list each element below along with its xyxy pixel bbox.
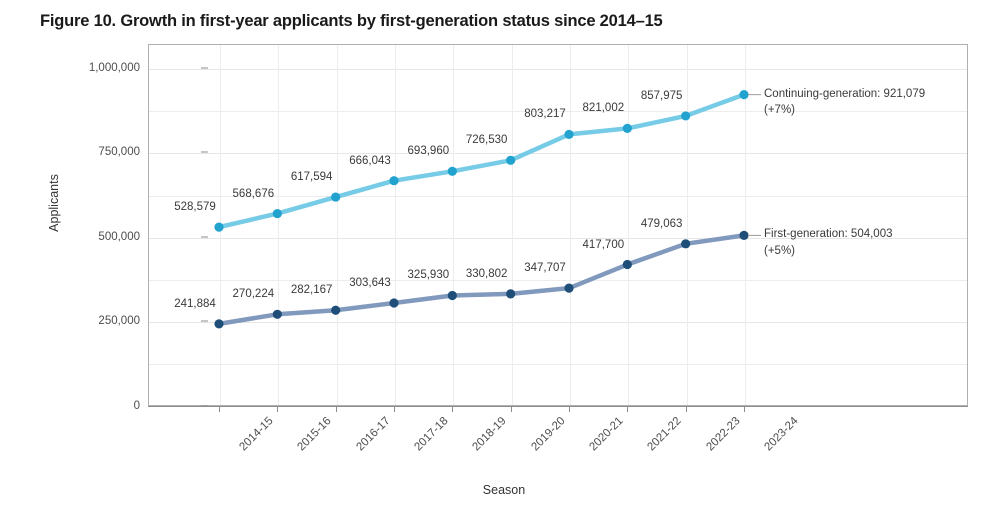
x-axis-tick-label: 2021-22 [645,415,685,454]
gridline-vertical [336,45,338,405]
gridline-horizontal [149,153,967,155]
data-point-label: 666,043 [349,154,391,167]
x-axis-tick-mark [219,406,220,412]
x-axis-tick-mark [744,406,745,412]
data-point-label: 241,884 [174,297,216,310]
gridline-vertical [278,45,280,405]
x-axis-tick-label: 2016-17 [354,415,393,454]
y-axis-tick-label: 750,000 [98,146,140,159]
x-axis-tick-label: 2017-18 [412,415,451,454]
y-axis-tick-mark [201,67,208,69]
y-axis-tick-mark [201,320,208,322]
x-axis-line [148,406,968,407]
data-point-label: 417,700 [582,238,625,251]
x-axis-tick-label: 2018-19 [470,415,510,454]
x-axis-tick-mark [627,406,629,412]
gridline-vertical [628,45,630,405]
x-axis-tick-mark [510,406,512,412]
y-axis-tick-labels: 0 250,000 500,000 750,000 1,000,000 [60,44,208,412]
series-end-label-change: (+7%) [764,104,795,117]
gridline-vertical [511,45,513,405]
x-axis-tick-mark [277,406,279,412]
data-point-label: 303,643 [349,277,391,290]
data-point-label: 803,217 [524,108,566,121]
data-point-label: 693,960 [407,145,450,158]
gridline-vertical [745,45,746,405]
series-end-label: First-generation: 504,003 (+5%) [764,226,893,259]
data-point-label: 857,975 [640,89,683,102]
data-point-label: 726,530 [465,134,508,147]
x-axis-tick-mark [394,406,395,412]
gridline-vertical [686,45,688,405]
series-end-label-change: (+5%) [764,245,795,258]
chart-figure: 0 250,000 500,000 750,000 1,000,000 Applican… [0,0,1008,513]
y-axis-tick-mark [201,151,208,153]
data-point-label: 330,802 [465,267,508,280]
x-axis-tick-mark [452,406,454,412]
gridline-horizontal [149,322,967,324]
y-axis-tick-mark [201,236,208,238]
y-axis-tick-label: 0 [133,399,140,412]
x-axis-tick-mark [335,406,337,412]
x-axis-tick-label: 2023-24 [762,415,801,454]
y-axis-tick-label: 250,000 [98,315,140,328]
gridline-vertical [395,45,396,405]
series-end-label: Continuing-generation: 921,079 (+7%) [764,86,925,119]
data-point-label: 568,676 [232,187,275,200]
x-axis-title: Season [482,483,526,497]
data-point-label: 282,167 [290,284,333,297]
data-point-label: 617,594 [290,171,333,184]
x-axis-tick-label: 2022-23 [704,415,743,454]
data-point-label: 270,224 [232,288,275,301]
x-axis-tick-label: 2019-20 [529,415,568,454]
x-axis-tick-label: 2014-15 [237,415,276,454]
gridline-vertical [570,45,571,405]
gridline-horizontal [149,364,967,366]
gridline-vertical [453,45,455,405]
y-axis-title: Applicants [47,174,61,232]
gridline-horizontal [149,279,967,281]
series-end-label-value: Continuing-generation: 921,079 [764,87,926,100]
gridline-horizontal [149,69,967,70]
y-axis-tick-label: 1,000,000 [88,62,140,74]
data-point-label: 347,707 [524,262,566,275]
data-point-label: 479,063 [640,217,683,230]
y-axis-tick-label: 500,000 [98,230,140,243]
data-point-label: 528,579 [174,201,216,214]
x-axis-tick-label: 2020-21 [587,415,626,454]
data-point-label: 821,002 [582,102,625,115]
x-axis-tick-mark [685,406,687,412]
gridline-vertical [220,45,221,405]
x-axis-tick-label: 2015-16 [295,415,335,454]
x-axis-tick-mark [569,406,570,412]
data-point-label: 325,930 [407,269,450,282]
series-end-label-value: First-generation: 504,003 [764,228,893,241]
